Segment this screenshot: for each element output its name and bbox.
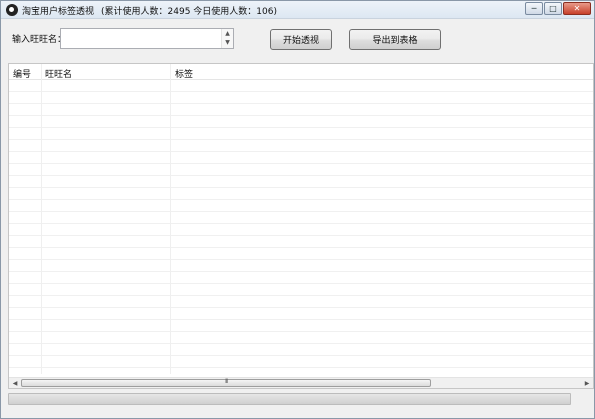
horizontal-scrollbar[interactable]: ◀ III ▶: [9, 377, 593, 388]
app-logo-icon: [6, 4, 18, 16]
usage-stats: (累计使用人数：2495 今日使用人数：106): [101, 7, 277, 17]
column-header-id[interactable]: 编号: [13, 67, 31, 80]
export-table-button[interactable]: 导出到表格: [349, 29, 441, 50]
grip-icon: III: [225, 378, 228, 385]
window-controls: ─ □ ✕: [525, 2, 591, 15]
column-header-name[interactable]: 旺旺名: [45, 67, 72, 80]
scroll-right-icon[interactable]: ▶: [582, 379, 592, 388]
maximize-button[interactable]: □: [544, 2, 562, 15]
input-scroll[interactable]: ▲ ▼: [221, 29, 233, 48]
scroll-up-icon[interactable]: ▲: [222, 29, 233, 38]
name-input[interactable]: [61, 29, 221, 48]
results-list[interactable]: 编号 旺旺名 标签 ◀ III ▶: [8, 63, 594, 389]
column-divider: [170, 64, 171, 374]
progress-bar: [8, 393, 571, 405]
scroll-left-icon[interactable]: ◀: [10, 379, 20, 388]
title-bar[interactable]: 淘宝用户标签透视 (累计使用人数：2495 今日使用人数：106) ─ □ ✕: [1, 1, 594, 19]
list-header: 编号 旺旺名 标签: [9, 64, 593, 80]
minimize-button[interactable]: ─: [525, 2, 543, 15]
name-input-box[interactable]: ▲ ▼: [60, 28, 234, 49]
main-window: 淘宝用户标签透视 (累计使用人数：2495 今日使用人数：106) ─ □ ✕ …: [0, 0, 595, 419]
scroll-thumb[interactable]: III: [21, 378, 431, 387]
scroll-down-icon[interactable]: ▼: [222, 38, 233, 47]
column-divider: [41, 64, 42, 374]
window-title: 淘宝用户标签透视: [22, 7, 95, 17]
column-header-tags[interactable]: 标签: [175, 67, 193, 80]
list-rows: [9, 80, 593, 374]
close-button[interactable]: ✕: [563, 2, 591, 15]
name-label: 输入旺旺名：: [12, 35, 67, 45]
start-analysis-button[interactable]: 开始透视: [270, 29, 332, 50]
